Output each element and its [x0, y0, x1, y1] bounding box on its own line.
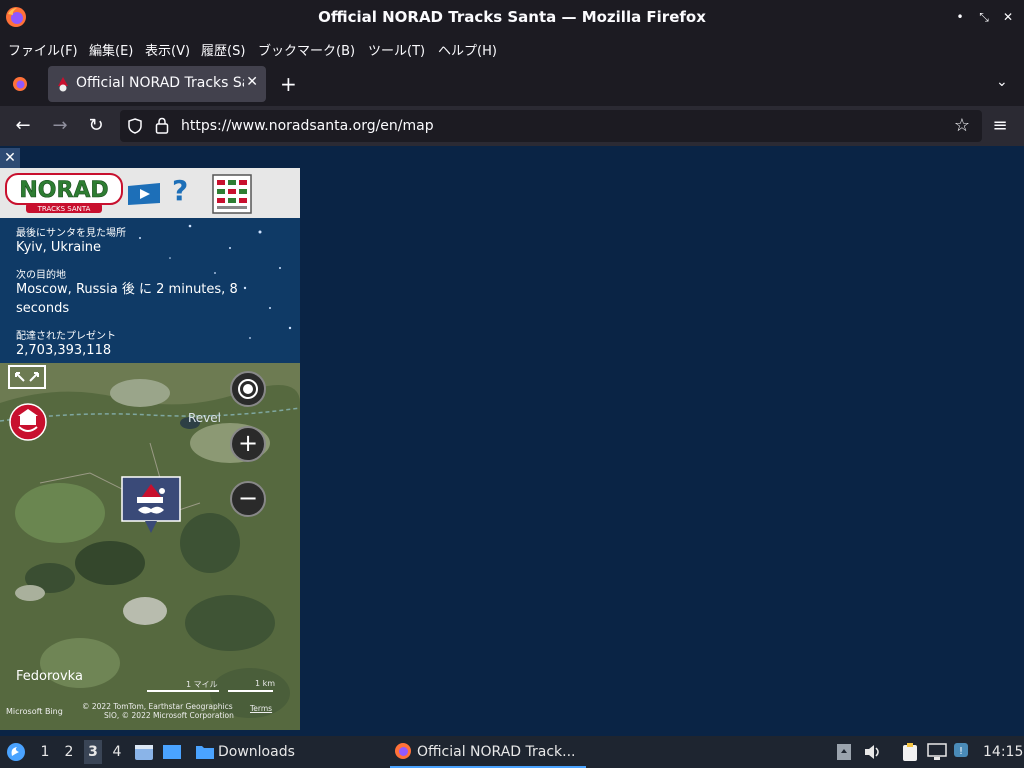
presents-delivered-value: 2,703,393,118 — [16, 343, 112, 358]
attribution-line-2: SIO, © 2022 Microsoft Corporation — [104, 711, 234, 720]
active-task-label: Official NORAD Track... — [417, 744, 576, 760]
attribution-line-1: © 2022 TomTom, Earthstar Geographics — [82, 702, 233, 711]
next-destination-value: Moscow, Russia 後 に 2 minutes, 8 seconds — [16, 282, 238, 316]
notification-icon[interactable]: ! — [953, 742, 973, 762]
new-tab-icon[interactable]: + — [280, 72, 297, 96]
place-label-revel: Revel — [188, 411, 221, 425]
presents-delivered-label: 配達されたプレゼント — [16, 331, 116, 342]
firefox-view-icon[interactable] — [12, 76, 28, 92]
firefox-task-icon — [395, 743, 411, 759]
zoom-out-button[interactable]: − — [230, 481, 266, 517]
logo-subtitle: TRACKS SANTA — [37, 205, 91, 213]
santa-map[interactable]: Revel Fedorovka + − 1 マイル 1 km Microsoft… — [0, 363, 300, 730]
lock-icon[interactable] — [155, 117, 169, 134]
tracking-info: 最後にサンタを見た場所 Kyiv, Ukraine 次の目的地 Moscow, … — [0, 218, 300, 363]
network-icon[interactable] — [927, 743, 947, 761]
volume-icon[interactable] — [864, 744, 882, 760]
fullscreen-icon[interactable] — [8, 365, 46, 389]
target-icon — [238, 379, 258, 399]
url-bar[interactable]: https://www.noradsanta.org/en/map ☆ — [120, 110, 982, 142]
window-titlebar: Official NORAD Tracks Santa — Mozilla Fi… — [0, 0, 1024, 34]
tab-bar: Official NORAD Tracks Santa ✕ + ⌄ — [0, 62, 1024, 106]
menu-bar: ファイル(F) 編集(E) 表示(V) 履歴(S) ブックマーク(B) ツール(… — [0, 34, 1024, 62]
workspace-2[interactable]: 2 — [60, 744, 78, 760]
tab-label: Official NORAD Tracks Santa — [76, 75, 244, 91]
north-pole-home-icon[interactable] — [9, 403, 47, 441]
url-text: https://www.noradsanta.org/en/map — [181, 118, 434, 134]
workspace-1[interactable]: 1 — [36, 744, 54, 760]
app-menu-icon[interactable]: ≡ — [989, 115, 1011, 137]
scale-miles-label: 1 マイル — [186, 680, 218, 689]
show-desktop-icon[interactable] — [162, 742, 182, 762]
menu-help[interactable]: ヘルプ(H) — [438, 40, 497, 59]
place-label-fedorovka: Fedorovka — [16, 669, 83, 684]
santa-favicon-icon — [58, 77, 68, 92]
menu-tools[interactable]: ツール(T) — [368, 40, 425, 59]
scale-bar-km — [228, 690, 273, 692]
tab-norad[interactable]: Official NORAD Tracks Santa ✕ — [48, 66, 266, 102]
minimize-button[interactable]: • — [952, 9, 968, 25]
list-all-tabs-icon[interactable]: ⌄ — [996, 74, 1008, 90]
terms-link[interactable]: Terms — [250, 704, 272, 713]
close-panel-button[interactable]: ✕ — [0, 148, 20, 168]
recenter-button[interactable] — [230, 371, 266, 407]
svg-text:!: ! — [959, 746, 963, 757]
village-calendar-icon[interactable] — [212, 174, 252, 214]
menu-edit[interactable]: 編集(E) — [89, 40, 133, 59]
menu-view[interactable]: 表示(V) — [145, 40, 190, 59]
start-menu-icon[interactable] — [6, 742, 26, 762]
zoom-in-button[interactable]: + — [230, 426, 266, 462]
menu-history[interactable]: 履歴(S) — [201, 40, 245, 59]
downloads-task[interactable]: Downloads — [218, 744, 295, 760]
clipboard-tray-icon[interactable] — [836, 743, 852, 761]
workspace-4[interactable]: 4 — [108, 744, 126, 760]
video-play-icon[interactable] — [126, 182, 162, 206]
scale-km-label: 1 km — [255, 679, 276, 688]
last-seen-label: 最後にサンタを見た場所 — [16, 228, 126, 239]
taskbar: 1 2 3 4 Downloads Official NORAD Track..… — [0, 736, 1024, 768]
forward-icon[interactable]: → — [49, 115, 71, 137]
workspace-3[interactable]: 3 — [84, 740, 102, 764]
clock: 14:15 — [983, 744, 1024, 760]
next-destination-label: 次の目的地 — [16, 270, 66, 281]
bookmark-star-icon[interactable]: ☆ — [954, 115, 970, 136]
menu-file[interactable]: ファイル(F) — [8, 40, 78, 59]
back-icon[interactable]: ← — [12, 115, 34, 137]
window-title: Official NORAD Tracks Santa — Mozilla Fi… — [318, 8, 706, 26]
reload-icon[interactable]: ↻ — [85, 115, 107, 137]
navigation-bar: ← → ↻ https://www.noradsanta.org/en/map … — [0, 106, 1024, 146]
clipboard-manager-icon[interactable] — [900, 742, 920, 762]
page-content: ✕ NORAD TRACKS SANTA ? 最後にサンタを見た場所 Kyiv,… — [0, 146, 1024, 736]
tab-close-icon[interactable]: ✕ — [246, 74, 258, 90]
last-seen-value: Kyiv, Ukraine — [16, 240, 102, 255]
logo-title: NORAD — [19, 178, 108, 203]
close-window-button[interactable]: ✕ — [1000, 9, 1016, 25]
tracker-panel: NORAD TRACKS SANTA ? 最後にサンタを見た場所 Kyiv, U… — [0, 168, 300, 730]
active-task-firefox[interactable]: Official NORAD Track... — [390, 736, 586, 768]
norad-tracks-santa-logo[interactable]: NORAD TRACKS SANTA — [4, 170, 124, 214]
shield-icon[interactable] — [128, 118, 142, 134]
scale-bar-miles — [147, 690, 219, 692]
santa-marker-icon[interactable] — [120, 475, 182, 537]
logo-row: NORAD TRACKS SANTA ? — [0, 168, 300, 218]
microsoft-bing-logo: Microsoft Bing — [6, 707, 63, 716]
folder-icon — [196, 746, 214, 759]
maximize-button[interactable]: ⤡ — [976, 9, 992, 25]
help-icon[interactable]: ? — [172, 174, 188, 207]
file-manager-icon[interactable] — [134, 742, 154, 762]
menu-bookmarks[interactable]: ブックマーク(B) — [258, 40, 355, 59]
